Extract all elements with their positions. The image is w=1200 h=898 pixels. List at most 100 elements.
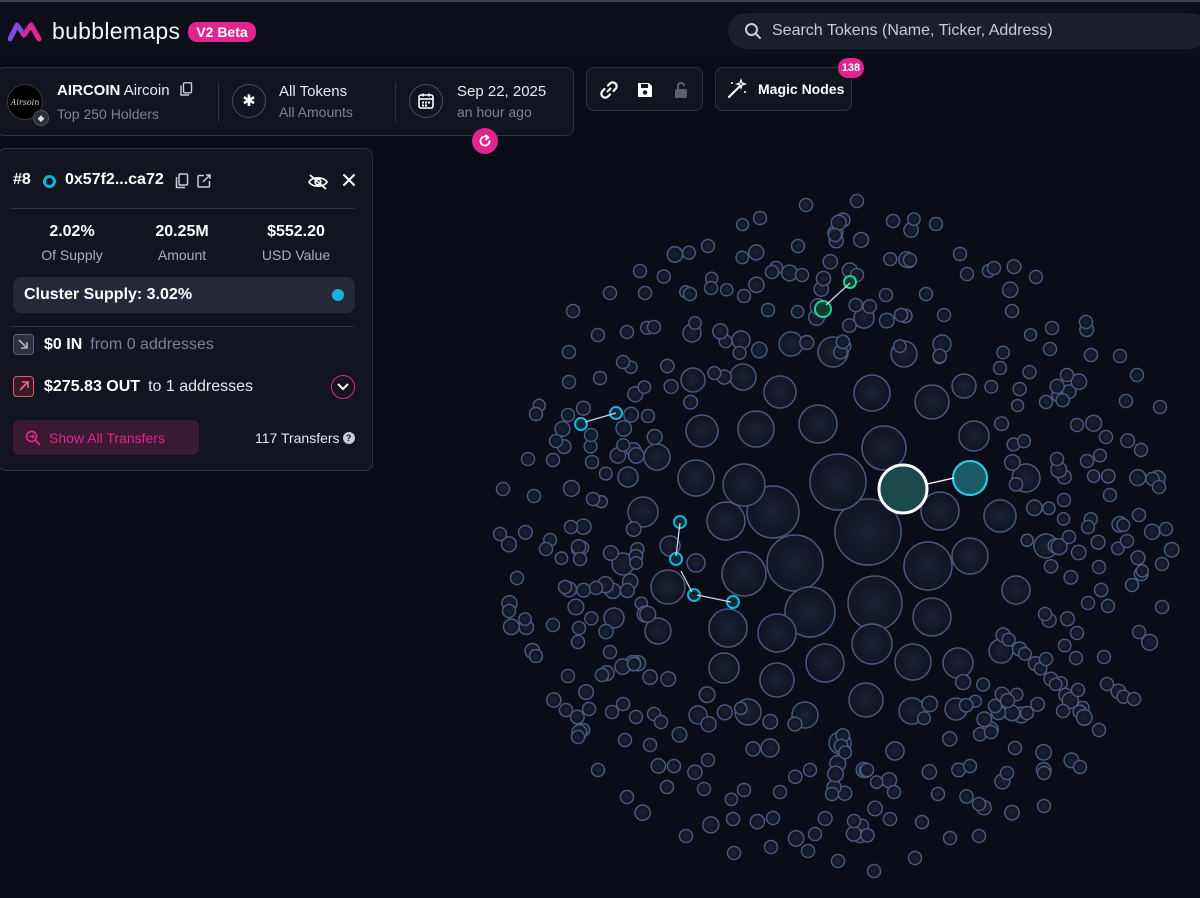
holder-bubble[interactable] <box>958 420 990 452</box>
holder-bubble[interactable] <box>745 741 761 757</box>
holder-bubble[interactable] <box>750 341 768 359</box>
holder-bubble[interactable] <box>583 427 599 443</box>
holder-bubble[interactable] <box>902 252 918 268</box>
holder-bubble[interactable] <box>862 299 878 314</box>
holder-bubble[interactable] <box>878 312 895 329</box>
holder-bubble[interactable] <box>975 677 991 692</box>
link-icon[interactable] <box>599 80 619 100</box>
holder-bubble[interactable] <box>1061 529 1077 545</box>
holder-bubble[interactable] <box>999 692 1016 709</box>
holder-bubble[interactable] <box>502 618 520 636</box>
holder-bubble[interactable] <box>688 316 702 330</box>
holder-bubble[interactable] <box>646 428 663 446</box>
holder-bubble[interactable] <box>787 830 805 847</box>
holder-bubble[interactable] <box>1080 519 1096 535</box>
holder-bubble[interactable] <box>1100 598 1116 614</box>
holder-bubble[interactable] <box>637 285 653 301</box>
holder-bubble[interactable] <box>1154 556 1170 572</box>
holder-bubble[interactable] <box>861 425 907 471</box>
holder-bubble[interactable] <box>548 433 564 449</box>
holder-bubble[interactable] <box>1007 740 1023 756</box>
holder-bubble[interactable] <box>869 775 884 789</box>
holder-bubble[interactable] <box>581 701 597 717</box>
holder-bubble[interactable] <box>894 643 932 681</box>
holder-bubble[interactable] <box>737 410 775 448</box>
holder-bubble[interactable] <box>954 673 972 691</box>
holder-bubble[interactable] <box>666 246 684 263</box>
holder-bubble[interactable] <box>696 781 712 797</box>
holder-bubble[interactable] <box>685 414 719 448</box>
holder-bubble[interactable] <box>1080 595 1096 611</box>
holder-bubble[interactable] <box>584 611 599 626</box>
holder-bubble[interactable] <box>732 345 747 361</box>
help-icon[interactable]: ? <box>342 432 355 444</box>
holder-bubble[interactable] <box>585 491 601 507</box>
holder-bubble[interactable] <box>642 737 658 753</box>
holder-bubble[interactable] <box>759 662 795 698</box>
holder-bubble[interactable] <box>617 732 633 748</box>
date-title[interactable]: Sep 22, 2025 <box>457 83 546 100</box>
holder-bubble[interactable] <box>736 288 752 304</box>
holder-bubble[interactable] <box>632 263 648 279</box>
holder-bubble[interactable] <box>716 704 733 721</box>
holder-bubble[interactable] <box>561 344 577 360</box>
holder-bubble[interactable] <box>700 238 716 254</box>
holder-bubble[interactable] <box>700 752 716 768</box>
holder-bubble[interactable] <box>634 804 651 822</box>
holder-bubble[interactable] <box>799 334 815 351</box>
holder-bubble[interactable] <box>677 459 715 497</box>
holder-bubble[interactable] <box>1130 550 1146 566</box>
holder-bubble[interactable] <box>999 765 1015 781</box>
holder-bubble[interactable] <box>918 286 934 302</box>
holder-bubble[interactable] <box>1025 499 1043 517</box>
holder-bubble[interactable] <box>958 697 974 713</box>
holder-bubble[interactable] <box>794 267 810 283</box>
holder-bubble[interactable] <box>772 784 788 800</box>
holder-bubble[interactable] <box>626 656 642 672</box>
holder-bubble[interactable] <box>708 608 748 648</box>
holder-bubble[interactable] <box>1093 582 1109 598</box>
holder-bubble[interactable] <box>1070 544 1087 561</box>
holder-bubble[interactable] <box>936 307 952 323</box>
holder-bubble[interactable] <box>1036 798 1052 814</box>
holder-bubble[interactable] <box>1004 804 1020 821</box>
holder-bubble[interactable] <box>1083 347 1099 363</box>
holder-bubble[interactable] <box>849 193 865 209</box>
holder-bubble[interactable] <box>942 830 958 846</box>
holder-bubble[interactable] <box>848 297 864 313</box>
holder-bubble[interactable] <box>867 800 884 817</box>
holder-bubble[interactable] <box>616 438 631 453</box>
holder-bubble[interactable] <box>787 716 803 732</box>
show-all-transfers-button[interactable]: Show All Transfers <box>13 420 199 455</box>
holder-bubble[interactable] <box>592 370 608 386</box>
holder-bubble[interactable] <box>602 285 618 301</box>
holder-bubble[interactable] <box>749 813 766 830</box>
holder-bubble[interactable] <box>971 796 987 812</box>
holder-bubble[interactable] <box>1003 454 1021 471</box>
holder-bubble[interactable] <box>517 524 533 540</box>
holder-bubble[interactable] <box>646 319 662 335</box>
holder-bubble[interactable] <box>790 304 805 319</box>
holder-bubble[interactable] <box>615 696 631 712</box>
holder-bubble[interactable] <box>1129 468 1147 487</box>
app-logo[interactable]: bubblemaps V2 Beta <box>8 18 256 45</box>
holder-bubble[interactable] <box>885 741 905 761</box>
holder-bubble[interactable] <box>492 526 508 542</box>
holder-bubble[interactable] <box>1022 364 1037 380</box>
holder-bubble[interactable] <box>562 479 581 498</box>
holder-bubble[interactable] <box>1028 269 1044 285</box>
holder-bubble[interactable] <box>805 643 845 683</box>
holder-bubble[interactable] <box>570 634 586 650</box>
holder-bubble[interactable] <box>509 570 525 586</box>
holder-bubble[interactable] <box>1092 448 1108 463</box>
holder-bubble[interactable] <box>1131 624 1147 640</box>
holder-bubble[interactable] <box>680 367 706 393</box>
search-input[interactable]: Search Tokens (Name, Ticker, Address) <box>728 13 1200 49</box>
holder-bubble[interactable] <box>1010 398 1025 413</box>
holder-bubble[interactable] <box>560 668 576 684</box>
holder-bubble[interactable] <box>617 466 639 488</box>
holder-bubble[interactable] <box>520 451 536 467</box>
holder-bubble[interactable] <box>639 605 657 623</box>
calendar-icon[interactable] <box>409 84 443 118</box>
holder-bubble[interactable] <box>576 582 592 598</box>
